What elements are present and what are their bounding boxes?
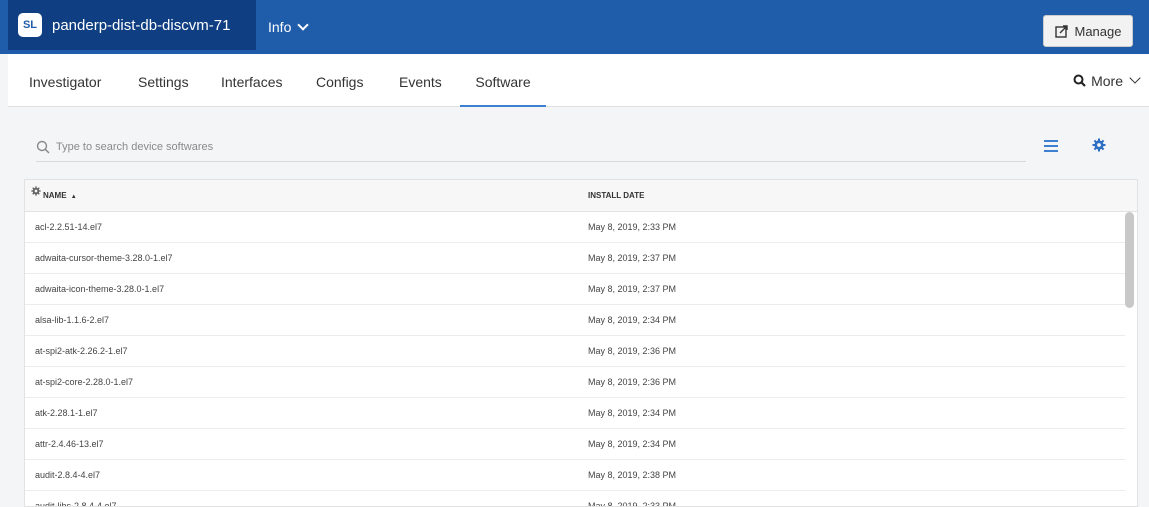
cell-name: adwaita-icon-theme-3.28.0-1.el7 [35,284,165,294]
table-row[interactable]: audit-2.8.4-4.el7 May 8, 2019, 2:38 PM [25,460,1125,491]
column-header-name[interactable]: NAME ▲ [43,180,77,212]
tab-bar: Investigator Settings Interfaces Configs… [8,54,1149,107]
chevron-down-icon [1129,72,1141,84]
info-dropdown[interactable]: Info [268,0,310,54]
table-body: acl-2.2.51-14.el7 May 8, 2019, 2:33 PM ad… [25,212,1125,507]
vertical-scrollbar[interactable] [1125,212,1135,506]
search-input[interactable] [56,140,956,153]
cell-install-date: May 8, 2019, 2:33 PM [588,501,677,507]
table-row[interactable]: at-spi2-core-2.28.0-1.el7 May 8, 2019, 2:… [25,367,1125,398]
cell-install-date: May 8, 2019, 2:36 PM [588,377,677,387]
cell-name: at-spi2-atk-2.26.2-1.el7 [35,346,128,356]
tab-investigator[interactable]: Investigator [29,54,101,107]
cell-name: attr-2.4.46-13.el7 [35,439,104,449]
tab-configs[interactable]: Configs [316,54,363,107]
table-row[interactable]: alsa-lib-1.1.6-2.el7 May 8, 2019, 2:34 PM [25,305,1125,336]
cell-install-date: May 8, 2019, 2:38 PM [588,470,677,480]
cell-name: audit-2.8.4-4.el7 [35,470,101,480]
cell-install-date: May 8, 2019, 2:37 PM [588,253,677,263]
more-menu[interactable]: More [1073,54,1141,107]
external-edit-icon [1054,24,1068,38]
cell-install-date: May 8, 2019, 2:33 PM [588,222,677,232]
manage-button-label: Manage [1074,23,1122,39]
software-table: NAME ▲ INSTALL DATE acl-2.2.51-14.el7 May… [24,179,1138,507]
list-view-icon[interactable] [1044,140,1058,152]
cell-install-date: May 8, 2019, 2:37 PM [588,284,677,294]
cell-install-date: May 8, 2019, 2:34 PM [588,439,677,449]
cell-name: at-spi2-core-2.28.0-1.el7 [35,377,134,387]
top-bar: SL panderp-dist-db-discvm-71 Info Manage [0,0,1149,54]
cell-name: atk-2.28.1-1.el7 [35,408,98,418]
cell-name: audit-libs-2.8.4-4.el7 [35,501,117,507]
device-title-block: SL panderp-dist-db-discvm-71 [8,0,256,50]
cell-name: alsa-lib-1.1.6-2.el7 [35,315,110,325]
chevron-down-icon [297,18,310,31]
column-settings-gear-icon[interactable] [31,186,41,196]
sort-ascending-icon: ▲ [70,194,77,200]
search-icon [1073,74,1086,87]
table-row[interactable]: adwaita-cursor-theme-3.28.0-1.el7 May 8, … [25,243,1125,274]
table-header: NAME ▲ INSTALL DATE [25,180,1137,212]
tab-software[interactable]: Software [460,54,546,107]
search-icon [36,140,50,154]
cell-install-date: May 8, 2019, 2:34 PM [588,315,677,325]
table-row[interactable]: atk-2.28.1-1.el7 May 8, 2019, 2:34 PM [25,398,1125,429]
scrollbar-thumb[interactable] [1125,212,1134,308]
table-row[interactable]: attr-2.4.46-13.el7 May 8, 2019, 2:34 PM [25,429,1125,460]
table-row[interactable]: adwaita-icon-theme-3.28.0-1.el7 May 8, 20… [25,274,1125,305]
table-row[interactable]: at-spi2-atk-2.26.2-1.el7 May 8, 2019, 2:3… [25,336,1125,367]
table-row[interactable]: audit-libs-2.8.4-4.el7 May 8, 2019, 2:33 … [25,491,1125,507]
device-name: panderp-dist-db-discvm-71 [52,16,231,34]
more-label: More [1091,72,1123,89]
tab-events[interactable]: Events [399,54,442,107]
tab-interfaces[interactable]: Interfaces [221,54,282,107]
column-header-install-date[interactable]: INSTALL DATE [588,180,644,212]
cell-install-date: May 8, 2019, 2:34 PM [588,408,677,418]
tab-settings[interactable]: Settings [138,54,189,107]
cell-name: acl-2.2.51-14.el7 [35,222,103,232]
table-row[interactable]: acl-2.2.51-14.el7 May 8, 2019, 2:33 PM [25,212,1125,243]
app-logo[interactable]: SL [18,13,42,37]
cell-install-date: May 8, 2019, 2:36 PM [588,346,677,356]
gear-icon[interactable] [1092,138,1106,152]
info-dropdown-label: Info [268,19,292,35]
manage-button[interactable]: Manage [1043,15,1133,47]
cell-name: adwaita-cursor-theme-3.28.0-1.el7 [35,253,173,263]
software-search [36,132,1026,162]
column-header-name-label: NAME [43,191,67,200]
